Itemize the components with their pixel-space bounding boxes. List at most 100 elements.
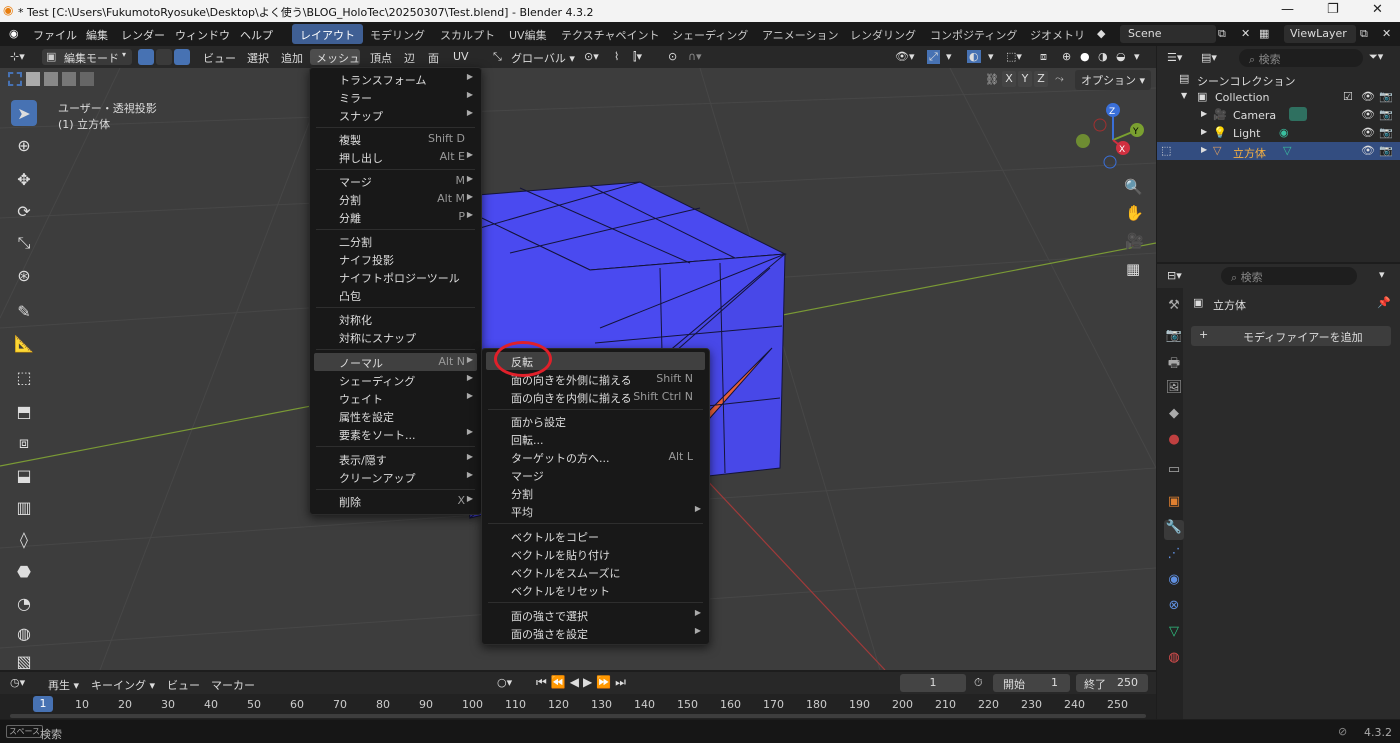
move-tool-icon[interactable]: ✥	[11, 166, 37, 192]
mesh-menu-item[interactable]: 対称化	[314, 310, 477, 328]
pin-icon[interactable]: 📌	[1377, 296, 1391, 309]
poly-build-tool-icon[interactable]: ⬣	[11, 558, 37, 584]
filter-icon[interactable]: ⏷▾	[1369, 50, 1383, 64]
tab-compositing[interactable]: コンポジティング	[922, 24, 1025, 44]
tab-geometry-nodes[interactable]: ジオメトリ	[1022, 24, 1092, 44]
mesh-menu-item[interactable]: スナップ ▶	[314, 106, 477, 124]
mesh-menu-item[interactable]: マージ M ▶	[314, 172, 477, 190]
normals-menu-item[interactable]: ベクトルをコピー	[486, 527, 705, 545]
mesh-menu-item[interactable]: 凸包	[314, 286, 477, 304]
shear-tool-icon[interactable]: ▧	[11, 648, 37, 674]
minimize-icon[interactable]: —	[1281, 2, 1294, 17]
mesh-menu-item[interactable]: ナイフトポロジーツール	[314, 268, 477, 286]
outliner-item-light[interactable]: ▶ 💡 Light ◉ 👁 📷	[1157, 124, 1400, 142]
transform-tool-icon[interactable]: ⊛	[11, 262, 37, 288]
output-tab-icon[interactable]: 🖶	[1164, 354, 1184, 374]
camera-view-icon[interactable]: 🎥	[1125, 232, 1144, 250]
add-modifier-button[interactable]: + モディファイアーを追加	[1191, 326, 1391, 346]
snap-target-icon[interactable]: ⫿▾	[633, 50, 642, 64]
mesh-menu-item[interactable]: シェーディング ▶	[314, 371, 477, 389]
tab-texture-paint[interactable]: テクスチャペイント	[553, 24, 668, 44]
marker-menu[interactable]: マーカー	[211, 677, 255, 693]
menu-window[interactable]: ウィンドウ	[175, 27, 230, 43]
navigation-gizmo[interactable]: Z Y X	[1073, 100, 1153, 180]
world-tab-icon[interactable]: ●	[1164, 432, 1184, 452]
mesh-menu-item[interactable]: 分割 Alt M ▶	[314, 190, 477, 208]
mesh-overlay-icon[interactable]: ⬚▾	[1006, 50, 1022, 63]
maximize-icon[interactable]: ❐	[1327, 2, 1339, 17]
modifier-tab-icon[interactable]: 🔧	[1164, 520, 1184, 540]
timeline-editor-icon[interactable]: ◷▾	[10, 676, 25, 689]
overlay-icon[interactable]: ◐	[967, 50, 981, 63]
mesh-menu-item[interactable]: 要素をソート... ▶	[314, 425, 477, 443]
gizmo-dropdown-icon[interactable]: ▾	[946, 50, 952, 63]
timeline-scrollbar[interactable]	[10, 714, 1146, 718]
delete-scene-icon[interactable]: ✕	[1241, 27, 1250, 40]
xray-icon[interactable]: ⧈	[1040, 50, 1047, 64]
tab-animation[interactable]: アニメーション	[754, 24, 847, 44]
mesh-menu-item[interactable]: ナイフ投影	[314, 250, 477, 268]
stopwatch-icon[interactable]: ⏱	[974, 676, 983, 690]
measure-tool-icon[interactable]: 📐	[11, 330, 37, 356]
mesh-menu-item[interactable]: 表示/隠す ▶	[314, 450, 477, 468]
pan-hand-icon[interactable]: ✋	[1125, 204, 1144, 222]
ortho-toggle-icon[interactable]: ▦	[1126, 260, 1140, 278]
normals-menu-item[interactable]: ベクトルをリセット	[486, 581, 705, 599]
mode-selector[interactable]: ▣ 編集モード ▾	[42, 49, 132, 65]
mesh-menu-item[interactable]: トランスフォーム ▶	[314, 70, 477, 88]
record-icon[interactable]: ○▾	[497, 676, 512, 689]
close-icon[interactable]: ✕	[1372, 2, 1383, 17]
outliner-item-cube[interactable]: ⬚ ▶ ▽ 立方体 ▽ 👁 📷	[1157, 142, 1400, 160]
mesh-menu-item[interactable]: 対称にスナップ	[314, 328, 477, 346]
material-shading-icon[interactable]: ◑	[1098, 50, 1108, 63]
outliner-item-camera[interactable]: ▶ 🎥 Camera 👁 📷	[1157, 106, 1400, 124]
mesh-menu-item[interactable]: 削除 X ▶	[314, 492, 477, 510]
particles-tab-icon[interactable]: ⋰	[1164, 546, 1184, 566]
vertex-select-icon[interactable]	[138, 49, 154, 65]
playhead[interactable]: 1	[33, 696, 53, 712]
tab-shading[interactable]: シェーディング	[664, 24, 756, 44]
snap-icon[interactable]: ⌇	[614, 50, 619, 63]
shading-dropdown-icon[interactable]: ▾	[1134, 50, 1140, 63]
visibility-icon[interactable]: 👁▾	[895, 50, 915, 63]
cursor-tool-icon[interactable]: ⊕	[11, 132, 37, 158]
mesh-menu-item[interactable]: 押し出し Alt E ▶	[314, 148, 477, 166]
mesh-menu-item[interactable]: ミラー ▶	[314, 88, 477, 106]
tab-rendering[interactable]: レンダリング	[842, 24, 924, 44]
add-cube-tool-icon[interactable]: ⬚	[11, 364, 37, 390]
normals-menu-item[interactable]: ベクトルを貼り付け	[486, 545, 705, 563]
collection-row[interactable]: ▼ ▣ Collection ☑ 👁 📷	[1157, 88, 1400, 106]
view-layer-selector[interactable]: ViewLayer	[1284, 25, 1356, 43]
normals-menu-item[interactable]: 回転...	[486, 430, 705, 448]
menu-help[interactable]: ヘルプ	[240, 27, 273, 43]
menu-face[interactable]: 面	[428, 50, 439, 66]
new-view-layer-icon[interactable]: ⧉	[1360, 27, 1368, 41]
menu-file[interactable]: ファイル	[33, 27, 77, 43]
menu-render[interactable]: レンダー	[121, 27, 165, 43]
constraints-tab-icon[interactable]: ⊗	[1164, 598, 1184, 618]
normals-menu-item[interactable]: 平均 ▶	[486, 502, 705, 520]
scene-tab-icon[interactable]: ◆	[1164, 406, 1184, 426]
auto-merge-icon[interactable]: ⤳	[1055, 72, 1064, 86]
mesh-menu-item[interactable]: 分離 P ▶	[314, 208, 477, 226]
mesh-menu-item[interactable]: 複製 Shift D	[314, 130, 477, 148]
normals-menu-item[interactable]: 面の強さを設定 ▶	[486, 624, 705, 642]
menu-edge[interactable]: 辺	[404, 50, 415, 66]
menu-view[interactable]: ビュー	[203, 50, 236, 66]
tab-modeling[interactable]: モデリング	[362, 24, 433, 44]
object-tab-icon[interactable]: ▣	[1164, 494, 1184, 514]
zoom-icon[interactable]: 🔍	[1124, 178, 1143, 196]
collection-tab-icon[interactable]: ▭	[1164, 462, 1184, 482]
solid-shading-icon[interactable]: ●	[1080, 50, 1090, 63]
rotate-tool-icon[interactable]: ⟳	[11, 198, 37, 224]
normals-menu-item[interactable]: ターゲットの方へ... Alt L	[486, 448, 705, 466]
blender-menu-icon[interactable]: ◉	[9, 27, 19, 40]
keying-menu[interactable]: キーイング ▾	[91, 677, 155, 693]
mesh-menu-item[interactable]: 二分割	[314, 232, 477, 250]
data-tab-icon[interactable]: ▽	[1164, 624, 1184, 644]
playback-controls[interactable]: ⏮⏪◀▶⏩⏭	[536, 675, 630, 690]
orientation-selector[interactable]: グローバル ▾	[511, 50, 575, 66]
mesh-menu-item[interactable]: ウェイト ▶	[314, 389, 477, 407]
menu-mesh[interactable]: メッシュ	[310, 49, 360, 65]
options-dropdown[interactable]: オプション ▾	[1075, 70, 1152, 90]
